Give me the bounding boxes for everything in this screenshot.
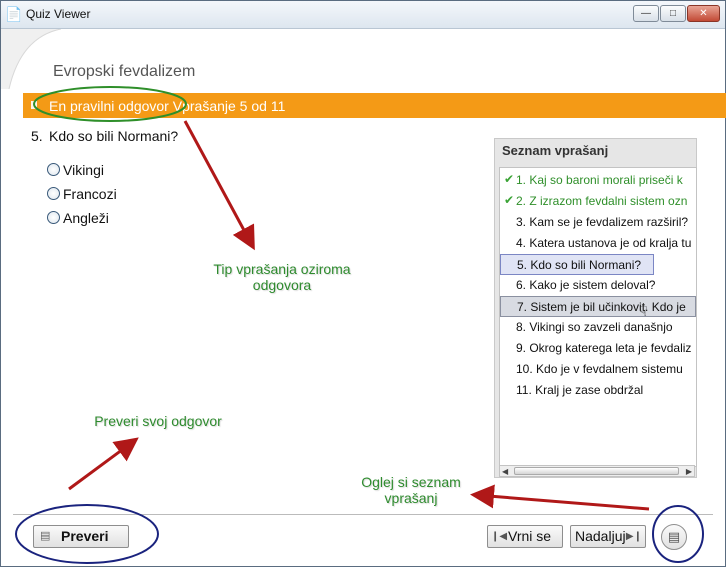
- list-item[interactable]: ✔ 2. Z izrazom fevdalni sistem ozn: [500, 191, 696, 212]
- footer-divider: [13, 514, 713, 515]
- arrow-left-icon: ❙◀: [491, 531, 508, 542]
- checkmark-icon: ✔: [504, 172, 515, 186]
- option-label: Vikingi: [63, 162, 104, 178]
- radio-icon[interactable]: [47, 163, 60, 176]
- quiz-content: Evropski fevdalizem En pravilni odgovor …: [1, 29, 726, 566]
- maximize-button[interactable]: □: [660, 5, 686, 22]
- title-bar: 📄 Quiz Viewer — □ ✕: [1, 1, 725, 29]
- question-header-bar: En pravilni odgovor Vprašanje 5 od 11: [23, 93, 726, 118]
- next-button[interactable]: Nadaljuj ▶❙: [570, 525, 646, 548]
- close-button[interactable]: ✕: [687, 5, 720, 22]
- option-radio[interactable]: Angleži: [47, 210, 109, 228]
- quiz-viewer-window: 📄 Quiz Viewer — □ ✕ Evropski fevdalizem …: [0, 0, 726, 567]
- option-radio[interactable]: Vikingi: [47, 162, 104, 180]
- question-list-icon: ▤: [667, 529, 681, 544]
- list-item[interactable]: 10. Kdo je v fevdalnem sistemu: [500, 359, 696, 380]
- question-progress: Vprašanje 5 od 11: [172, 98, 286, 114]
- minimize-button[interactable]: —: [633, 5, 659, 22]
- question-list-button[interactable]: ▤: [661, 524, 687, 550]
- notes-icon: ▤: [40, 530, 51, 542]
- list-item[interactable]: 9. Okrog katerega leta je fevdaliz: [500, 338, 696, 359]
- list-item[interactable]: 6. Kako je sistem deloval?: [500, 275, 696, 296]
- option-radio[interactable]: Francozi: [47, 186, 117, 204]
- window-title: Quiz Viewer: [26, 7, 91, 21]
- question-number: 5.: [31, 128, 43, 144]
- list-item[interactable]: 3. Kam se je fevdalizem razširil?: [500, 212, 696, 233]
- panel-title: Seznam vprašanj: [502, 143, 609, 158]
- checkmark-icon: ✔: [504, 193, 515, 207]
- arrow-right-icon: ▶❙: [625, 531, 642, 542]
- list-item-hover[interactable]: 7. Sistem je bil učinkovit. Kdo je: [500, 296, 696, 317]
- scroll-left-icon[interactable]: ◀: [502, 467, 508, 476]
- question-list-panel: Seznam vprašanj ✔ 1. Kaj so baroni morali…: [494, 138, 697, 478]
- option-label: Angleži: [63, 210, 109, 226]
- question-type: En pravilni odgovor: [49, 98, 169, 114]
- option-label: Francozi: [63, 186, 117, 202]
- annotation-question-type: Tip vprašanja oziroma odgovora: [213, 261, 351, 293]
- list-item[interactable]: 11. Kralj je zase obdržal: [500, 380, 696, 401]
- check-answer-button[interactable]: ▤ Preveri: [33, 525, 129, 548]
- back-button[interactable]: ❙◀ Vrni se: [487, 525, 563, 548]
- list-item[interactable]: 8. Vikingi so zavzeli današnjo: [500, 317, 696, 338]
- quiz-viewer-icon: 📄: [5, 6, 23, 22]
- question-list[interactable]: ✔ 1. Kaj so baroni morali priseči k ✔ 2. Z…: [499, 167, 697, 467]
- list-item[interactable]: 4. Katera ustanova je od kralja tu: [500, 233, 696, 254]
- quiz-title: Evropski fevdalizem: [53, 63, 196, 80]
- question-text: Kdo so bili Normani?: [49, 128, 179, 144]
- bar-marker-icon: [31, 101, 37, 109]
- question-header-text: En pravilni odgovor Vprašanje 5 od 11: [49, 98, 285, 114]
- list-item[interactable]: ✔ 1. Kaj so baroni morali priseči k: [500, 170, 696, 191]
- radio-icon[interactable]: [47, 187, 60, 200]
- radio-icon[interactable]: [47, 211, 60, 224]
- horizontal-scrollbar[interactable]: ◀ ▶: [499, 465, 695, 477]
- scroll-right-icon[interactable]: ▶: [686, 467, 692, 476]
- list-item-current[interactable]: 5. Kdo so bili Normani?: [500, 254, 654, 275]
- annotation-list: Oglej si seznam vprašanj: [361, 474, 461, 506]
- page-curl-decoration: [1, 29, 61, 89]
- hand-cursor-icon: ☟: [639, 303, 648, 319]
- annotation-check: Preveri svoj odgovor: [94, 413, 222, 429]
- scroll-thumb[interactable]: [514, 467, 679, 475]
